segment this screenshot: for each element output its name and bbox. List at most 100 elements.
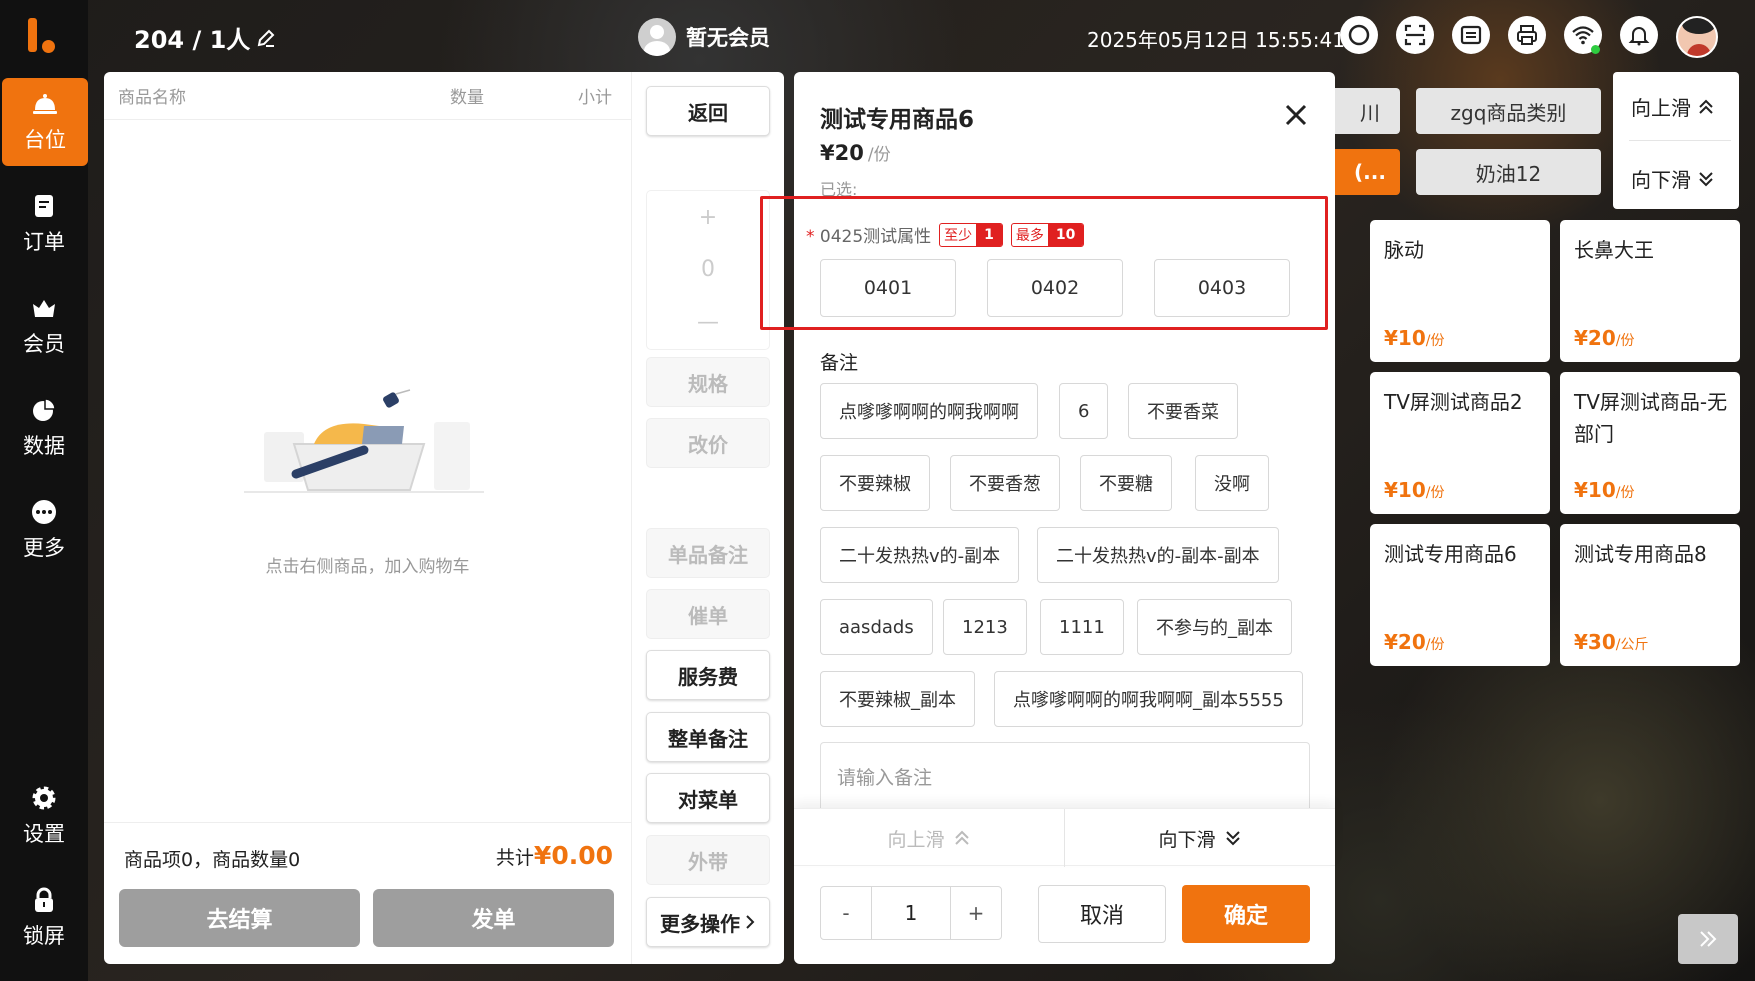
attribute-option[interactable]: 0401: [820, 259, 956, 317]
product-card[interactable]: 脉动 ¥10/份: [1370, 220, 1550, 362]
product-price: ¥20/份: [1384, 630, 1445, 654]
bill-button[interactable]: [1452, 16, 1490, 54]
scan-icon: [1404, 24, 1426, 46]
send-order-button[interactable]: 发单: [373, 889, 614, 947]
category-tab[interactable]: zgq商品类别: [1416, 88, 1601, 134]
scroll-up-label: 向上滑: [887, 828, 945, 851]
cart-summary: 商品项0，商品数量0: [124, 849, 301, 871]
category-label: 川: [1360, 100, 1380, 125]
lock-icon: [35, 887, 53, 912]
double-chevron-right-icon: [1700, 931, 1717, 947]
nav-item-data[interactable]: 数据: [0, 384, 88, 472]
remark-chip[interactable]: 不要辣椒_副本: [820, 671, 975, 727]
remark-chip[interactable]: 1213: [943, 599, 1027, 655]
quantity-value[interactable]: 1: [871, 887, 951, 939]
product-card[interactable]: TV屏测试商品2 ¥10/份: [1370, 372, 1550, 514]
bell-icon: [1628, 27, 1650, 46]
dialog-scroll-up[interactable]: 向上滑: [794, 809, 1064, 867]
item-note-button[interactable]: 单品备注: [646, 528, 770, 578]
checkout-button[interactable]: 去结算: [119, 889, 360, 947]
product-card[interactable]: 测试专用商品8 ¥30/公斤: [1560, 524, 1740, 666]
remark-chip[interactable]: 6: [1059, 383, 1109, 439]
wifi-button[interactable]: [1564, 16, 1602, 54]
check-menu-button[interactable]: 对菜单: [646, 773, 770, 823]
remark-chip[interactable]: 点嗲嗲啊啊的啊我啊啊: [820, 383, 1038, 439]
remark-chip[interactable]: 二十发热热v的-副本-副本: [1037, 527, 1279, 583]
qty-minus-button[interactable]: —: [697, 310, 719, 335]
total-label: 共计: [495, 847, 534, 869]
remark-chip[interactable]: 二十发热热v的-副本: [820, 527, 1020, 583]
product-price: ¥30/公斤: [1574, 630, 1649, 654]
nav-label: 更多: [23, 536, 65, 560]
cart-col-subtotal: 小计: [578, 88, 612, 108]
empty-cart-illustration: [244, 389, 484, 493]
nav-label: 设置: [23, 822, 65, 846]
category-tab[interactable]: 奶油12: [1416, 149, 1601, 195]
order-note-button[interactable]: 整单备注: [646, 712, 770, 762]
remark-chip[interactable]: 没啊: [1195, 455, 1269, 511]
member-selector[interactable]: 暂无会员: [638, 18, 770, 56]
wifi-icon: [1572, 26, 1594, 45]
remark-input[interactable]: 请输入备注: [820, 742, 1310, 814]
search-button[interactable]: [1340, 16, 1378, 54]
more-actions-label: 更多操作: [660, 911, 740, 936]
confirm-button[interactable]: 确定: [1182, 885, 1310, 943]
dialog-scroll-down[interactable]: 向下滑: [1065, 809, 1335, 867]
product-card[interactable]: 长鼻大王 ¥20/份: [1560, 220, 1740, 362]
urge-button[interactable]: 催单: [646, 589, 770, 639]
service-fee-button[interactable]: 服务费: [646, 650, 770, 700]
more-actions-button[interactable]: 更多操作: [646, 897, 770, 947]
remark-chip[interactable]: 不要香葱: [950, 455, 1060, 511]
qty-value: 0: [701, 257, 715, 283]
remark-chip[interactable]: 不要辣椒: [820, 455, 930, 511]
attribute-option[interactable]: 0403: [1154, 259, 1290, 317]
product-name: TV屏测试商品-无部门: [1574, 390, 1728, 446]
notification-button[interactable]: [1620, 16, 1658, 54]
expand-button[interactable]: [1678, 914, 1738, 964]
side-nav: 台位 订单 会员 数据 更多 设置 锁屏: [0, 0, 88, 981]
user-avatar[interactable]: [1676, 16, 1718, 58]
nav-item-more[interactable]: 更多: [0, 486, 88, 574]
nav-item-settings[interactable]: 设置: [0, 772, 88, 860]
remark-chip[interactable]: 不要香菜: [1128, 383, 1238, 439]
nav-item-members[interactable]: 会员: [0, 282, 88, 370]
qty-plus-button[interactable]: +: [699, 205, 717, 230]
double-chevron-down-icon: [1699, 171, 1713, 186]
attribute-option[interactable]: 0402: [987, 259, 1123, 317]
nav-label: 会员: [23, 332, 65, 356]
remark-chip[interactable]: 1111: [1040, 599, 1124, 655]
datetime: 2025年05月12日 15:55:41: [1087, 28, 1345, 52]
member-label: 暂无会员: [686, 26, 770, 50]
spec-button[interactable]: 规格: [646, 357, 770, 407]
close-icon[interactable]: [1283, 102, 1309, 128]
nav-item-lock[interactable]: 锁屏: [0, 874, 88, 962]
scan-button[interactable]: [1396, 16, 1434, 54]
printer-button[interactable]: [1508, 16, 1546, 54]
remark-chip[interactable]: 点嗲嗲啊啊的啊我啊啊_副本5555: [994, 671, 1303, 727]
takeaway-button[interactable]: 外带: [646, 835, 770, 885]
category-label: (...: [1354, 160, 1386, 184]
table-info[interactable]: 204 / 1人: [134, 20, 276, 55]
reprice-button[interactable]: 改价: [646, 418, 770, 468]
product-card[interactable]: 测试专用商品6 ¥20/份: [1370, 524, 1550, 666]
remark-chip[interactable]: 不要糖: [1080, 455, 1172, 511]
nav-item-orders[interactable]: 订单: [0, 180, 88, 268]
remark-chip[interactable]: 不参与的_副本: [1137, 599, 1292, 655]
max-tag: 最多 10: [1010, 222, 1085, 247]
product-price: ¥10/份: [1384, 326, 1445, 350]
category-scroll-down[interactable]: 向下滑: [1631, 164, 1715, 193]
cancel-button[interactable]: 取消: [1038, 885, 1166, 943]
scroll-up-label: 向上滑: [1631, 96, 1691, 120]
nav-item-tables[interactable]: 台位: [2, 78, 88, 166]
category-scroll-up[interactable]: 向上滑: [1631, 92, 1715, 121]
double-chevron-up-icon: [954, 830, 969, 845]
quantity-plus-button[interactable]: +: [951, 887, 1001, 939]
back-button[interactable]: 返回: [646, 86, 770, 136]
product-options-dialog: 测试专用商品6 ¥20/份 已选: * 0425测试属性 至少 1 最多 10 04…: [760, 72, 1335, 964]
divider: [1629, 140, 1731, 141]
remark-chip[interactable]: aasdads: [820, 599, 933, 655]
scroll-down-label: 向下滑: [1631, 168, 1691, 192]
quantity-minus-button[interactable]: -: [821, 887, 871, 939]
product-card[interactable]: TV屏测试商品-无部门 ¥10/份: [1560, 372, 1740, 514]
edit-icon[interactable]: [256, 28, 276, 48]
